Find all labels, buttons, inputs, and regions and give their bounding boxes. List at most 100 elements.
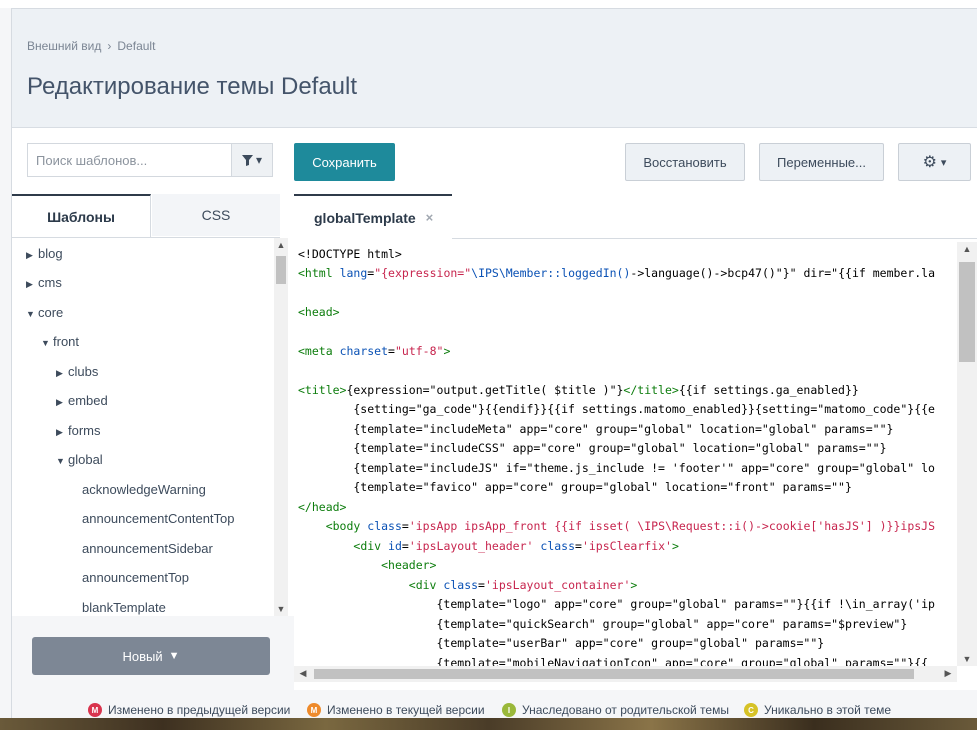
tree-node-clubs[interactable]: ▶ clubs [56,364,98,379]
page-header: Внешний вид › Default Редактирование темы … [12,9,977,128]
code-line: <head> [298,305,340,319]
caret-right-icon: ▶ [56,397,63,407]
modified-previous-badge-icon: M [88,703,102,717]
caret-down-icon: ▼ [56,456,65,466]
tree-node-label: global [68,452,103,467]
editor-vertical-scrollbar[interactable]: ▲ ▼ [957,242,977,666]
code-line: </head> [298,500,347,514]
tree-node-label: clubs [68,364,99,379]
code-line: {template="favico" app="core" group="glo… [298,480,852,494]
tree-scrollbar[interactable]: ▲ ▼ [274,238,288,616]
template-search: ▾ [27,143,273,177]
code-line: {template="includeJS" if="theme.js_inclu… [298,461,935,475]
code-line: {template="mobileNavigationIcon" app="co… [298,656,929,666]
breadcrumb-item-appearance[interactable]: Внешний вид [27,39,101,53]
scroll-right-icon[interactable]: ▶ [941,668,955,679]
editor-horizontal-scrollbar[interactable]: ◀ ▶ [294,666,957,682]
tree-node-embed[interactable]: ▶ embed [56,393,108,408]
caret-down-icon: ▾ [255,153,263,167]
tree-leaf-announcementSidebar[interactable]: announcementSidebar [82,541,213,556]
legend-label: Унаследовано от родительской темы [522,703,729,717]
scrollbar-thumb[interactable] [314,669,914,679]
scrollbar-thumb[interactable] [276,256,286,284]
code-line: {template="userBar" app="core" group="gl… [298,636,825,650]
breadcrumb-item-default[interactable]: Default [117,39,155,53]
tab-templates[interactable]: Шаблоны [12,194,151,237]
caret-right-icon: ▶ [56,368,63,378]
settings-menu-button[interactable]: ⚙ ▾ [898,143,971,181]
code-line: <!DOCTYPE html> [298,247,402,261]
search-input[interactable] [28,144,244,176]
caret-right-icon: ▶ [56,427,63,437]
tab-css[interactable]: CSS [152,194,280,236]
scroll-down-icon[interactable]: ▼ [274,604,288,614]
scroll-down-icon[interactable]: ▼ [957,654,977,664]
gear-icon: ⚙ [922,154,937,171]
save-button[interactable]: Сохранить [294,143,395,181]
variables-button[interactable]: Переменные... [759,143,884,181]
tree-node-front[interactable]: ▼ front [41,334,79,349]
close-icon[interactable]: × [426,210,434,225]
new-template-button[interactable]: Новый ▼ [32,637,270,675]
code-line: <header> [381,558,437,572]
tree-node-label: blog [38,246,63,261]
modified-current-badge-icon: M [307,703,321,717]
sidebar-footer: Новый ▼ [12,616,294,690]
page-title: Редактирование темы Default [27,73,358,100]
tree-node-core[interactable]: ▼ core [26,305,63,320]
inherited-badge-icon: I [502,703,516,717]
code-line: <div class='ipsLayout_container'> [408,578,638,592]
code-line: {template="quickSearch" group="global" a… [298,617,908,631]
code-line: {setting="ga_code"}{{endif}}{{if setting… [298,402,935,416]
new-button-label: Новый [122,648,163,664]
custom-badge-icon: C [744,703,758,717]
tree-node-forms[interactable]: ▶ forms [56,423,101,438]
legend-item: M Изменено в текущей версии [307,703,485,717]
tree-node-label: core [38,305,64,320]
legend-item: I Унаследовано от родительской темы [502,703,729,717]
tab-globalTemplate[interactable]: globalTemplate × [294,194,452,239]
legend-label: Изменено в предыдущей версии [108,703,291,717]
tree-node-cms[interactable]: ▶ cms [26,275,62,290]
scrollbar-thumb[interactable] [959,262,975,362]
tab-divider [452,238,977,239]
tree-node-label: cms [38,275,62,290]
breadcrumb: Внешний вид › Default [27,39,155,53]
code-line: <body class='ipsApp ipsApp_front {{if is… [325,519,936,533]
filter-button[interactable]: ▾ [231,144,272,176]
theme-editor: ▾ Сохранить Восстановить Переменные... ⚙… [12,128,977,690]
scroll-up-icon[interactable]: ▲ [274,240,288,250]
desktop-background [0,718,977,730]
legend-label: Изменено в текущей версии [327,703,485,717]
legend-item: M Изменено в предыдущей версии [88,703,290,717]
legend-label: Уникально в этой теме [764,703,892,717]
breadcrumb-separator-icon: › [107,39,112,53]
tree-node-label: embed [68,393,108,408]
code-line: {template="includeMeta" app="core" group… [298,422,894,436]
tree-node-label: forms [68,423,101,438]
editor-tab-label: globalTemplate [314,209,416,226]
caret-down-icon: ▼ [26,309,35,319]
tree-node-blog[interactable]: ▶ blog [26,246,63,261]
code-line: <div id='ipsLayout_header' class='ipsCle… [353,539,679,553]
sidebar-tabs: Шаблоны CSS [12,194,280,238]
tree-leaf-announcementContentTop[interactable]: announcementContentTop [82,511,235,526]
caret-down-icon: ▼ [168,650,180,662]
code-line: {template="logo" app="core" group="globa… [298,597,935,611]
scroll-up-icon[interactable]: ▲ [957,244,977,254]
template-tree: ▶ blog ▶ cms ▼ core ▼ front ▶ clubs ▶ embed ▶ f… [12,238,272,616]
tree-node-global[interactable]: ▼ global [56,452,103,467]
code-line: {template="includeCSS" app="core" group=… [298,441,887,455]
caret-right-icon: ▶ [26,250,33,260]
left-edge [0,8,12,730]
caret-down-icon: ▼ [41,338,50,348]
code-editor[interactable]: <!DOCTYPE html> <html lang="{expression=… [294,242,957,666]
legend-item: C Уникально в этой теме [744,703,891,717]
tree-leaf-blankTemplate[interactable]: blankTemplate [82,600,166,615]
scroll-left-icon[interactable]: ◀ [296,668,310,679]
tree-leaf-announcementTop[interactable]: announcementTop [82,570,189,585]
restore-button[interactable]: Восстановить [625,143,745,181]
tree-leaf-acknowledgeWarning[interactable]: acknowledgeWarning [82,482,206,497]
code-line: <meta charset="utf-8"> [298,344,451,358]
caret-down-icon: ▾ [940,156,947,169]
